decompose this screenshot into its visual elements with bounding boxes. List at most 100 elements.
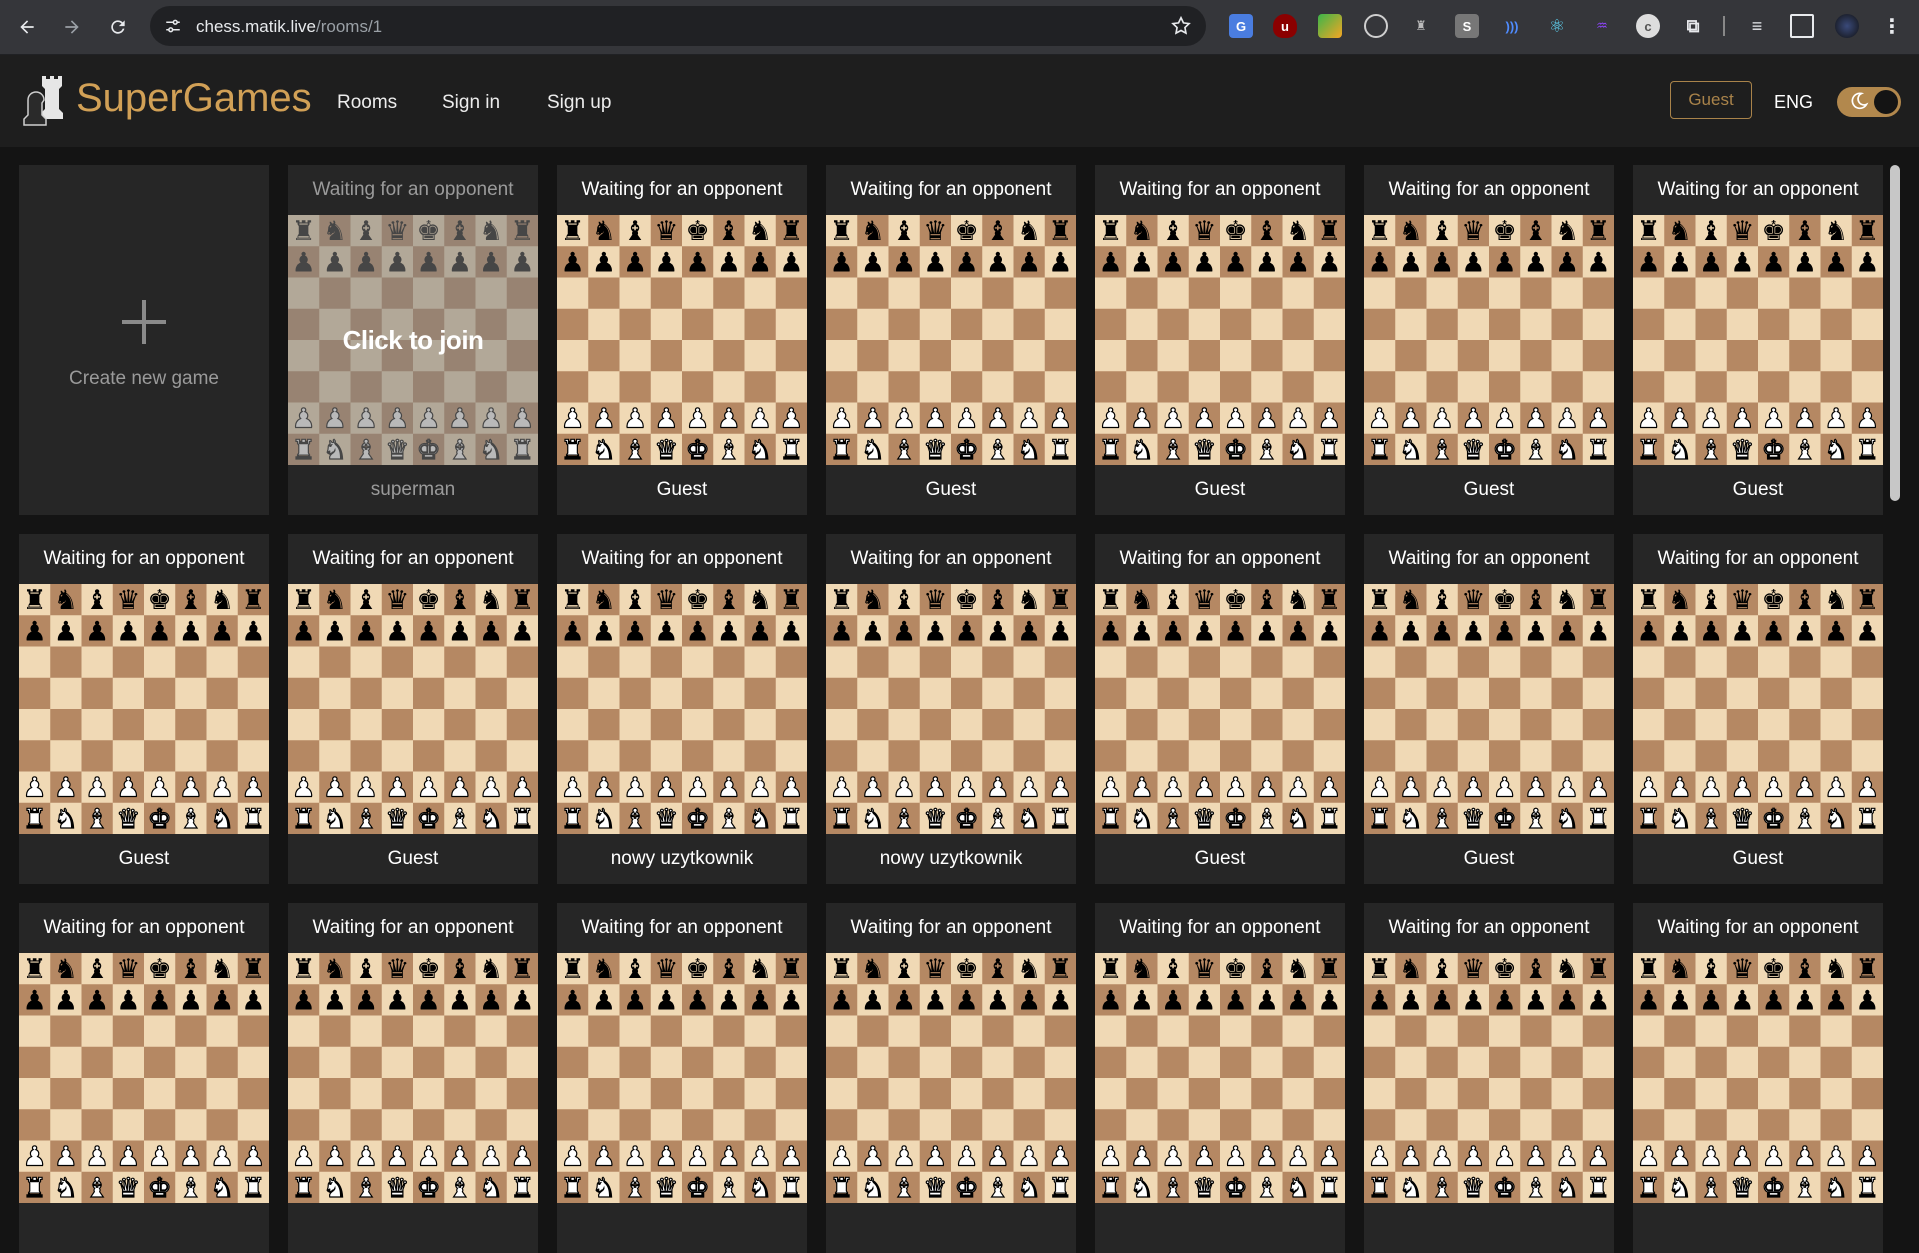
chess-rook-logo-icon[interactable] (20, 72, 68, 128)
brand-title[interactable]: SuperGames (76, 76, 312, 121)
room-player-name: Guest (387, 848, 439, 869)
extensions-puzzle-icon[interactable]: ⧉ (1681, 14, 1705, 38)
target-extension-icon[interactable] (1364, 14, 1388, 38)
chess-board[interactable]: ♜ ♞ ♝ ♛ ♚ ♝ ♞ ♜ ♟ ♟ ♟ ♟ ♟ ♟ ♟ ♟ ♟ ♟ ♟ ♟ ♟ ♟ ♟ ♟ ♜ ♞ ♝ ♛ ♚ ♝ ♞ ♜ (557, 953, 807, 1203)
room-card[interactable]: Waiting for an opponent♜♞♝♛♚♝♞♜♟♟♟♟♟♟♟♟♟… (826, 534, 1076, 884)
white-piece-q: ♛ (1192, 804, 1216, 834)
chess-board[interactable]: ♜ ♞ ♝ ♛ ♚ ♝ ♞ ♜ ♟ ♟ ♟ ♟ ♟ ♟ ♟ ♟ ♟ ♟ ♟ ♟ ♟ ♟ ♟ ♟ ♜ ♞ ♝ ♛ ♚ ♝ ♞ ♜ (1633, 953, 1883, 1203)
chess-board[interactable]: ♜ ♞ ♝ ♛ ♚ ♝ ♞ ♜ ♟ ♟ ♟ ♟ ♟ ♟ ♟ ♟ ♟ ♟ ♟ ♟ ♟ ♟ ♟ ♟ ♜ ♞ ♝ ♛ ♚ ♝ ♞ ♜ (1095, 584, 1345, 834)
room-card[interactable]: Waiting for an opponent♜♞♝♛♚♝♞♜♟♟♟♟♟♟♟♟♟… (1633, 903, 1883, 1253)
board-square (982, 677, 1014, 710)
language-selector[interactable]: ENG (1774, 92, 1813, 113)
room-card[interactable]: Waiting for an opponent♜♞♝♛♚♝♞♜♟♟♟♟♟♟♟♟♟… (1095, 903, 1345, 1253)
chess-board[interactable]: ♜ ♞ ♝ ♛ ♚ ♝ ♞ ♜ ♟ ♟ ♟ ♟ ♟ ♟ ♟ ♟ ♟ ♟ ♟ ♟ ♟ ♟ ♟ ♟ ♜ ♞ ♝ ♛ ♚ ♝ ♞ ♜ (1364, 953, 1614, 1203)
room-card[interactable]: Waiting for an opponent♜♞♝♛♚♝♞♜♟♟♟♟♟♟♟♟♟… (1095, 534, 1345, 884)
room-card[interactable]: Waiting for an opponent♜♞♝♛♚♝♞♜♟♟♟♟♟♟♟♟♟… (288, 165, 538, 515)
board-square (1095, 1015, 1127, 1048)
room-card[interactable]: Waiting for an opponent ♜♞♝♛♚♝♞♜♟♟♟♟♟♟♟♟♟… (1364, 534, 1614, 884)
bookmark-star-icon[interactable] (1170, 15, 1192, 37)
nav-rooms[interactable]: Rooms (337, 92, 397, 114)
chess-board[interactable]: ♜ ♞ ♝ ♛ ♚ ♝ ♞ ♜ ♟ ♟ ♟ ♟ ♟ ♟ ♟ ♟ ♟ ♟ ♟ ♟ ♟ ♟ ♟ ♟ ♜ ♞ ♝ ♛ ♚ ♝ ♞ ♜ (19, 953, 269, 1203)
react-devtools-icon[interactable]: ⚛ (1545, 14, 1569, 38)
room-card[interactable]: Waiting for an opponent♜♞♝♛♚♝♞♜♟♟♟♟♟♟♟♟♟… (826, 903, 1076, 1253)
chess-board[interactable]: ♜ ♞ ♝ ♛ ♚ ♝ ♞ ♜ ♟ ♟ ♟ ♟ ♟ ♟ ♟ ♟ ♟ ♟ ♟ ♟ ♟ ♟ ♟ ♟ ♜ ♞ ♝ ♛ ♚ ♝ ♞ ♜ (288, 584, 538, 834)
board-square (112, 709, 145, 741)
back-button[interactable] (13, 13, 41, 41)
chess-board[interactable]: ♜♞♝♛♚♝♞♜♟♟♟♟♟♟♟♟♟♟♟♟♟♟♟♟♜♞♝♛♚♝♞♜Click to… (288, 215, 538, 465)
chess-board[interactable]: ♜ ♞ ♝ ♛ ♚ ♝ ♞ ♜ ♟ ♟ ♟ ♟ ♟ ♟ ♟ ♟ ♟ ♟ ♟ ♟ ♟ ♟ ♟ ♟ ♜ ♞ ♝ ♛ ♚ ♝ ♞ ♜ (826, 953, 1076, 1203)
board-square (588, 1015, 620, 1048)
circle-extension-icon[interactable]: c (1636, 14, 1660, 38)
chess-board[interactable]: ♜ ♞ ♝ ♛ ♚ ♝ ♞ ♜ ♟ ♟ ♟ ♟ ♟ ♟ ♟ ♟ ♟ ♟ ♟ ♟ ♟ ♟ ♟ ♟ ♜ ♞ ♝ ♛ ♚ ♝ ♞ ♜ (826, 584, 1076, 834)
chess-board[interactable]: ♜ ♞ ♝ ♛ ♚ ♝ ♞ ♜ ♟ ♟ ♟ ♟ ♟ ♟ ♟ ♟ ♟ ♟ ♟ ♟ ♟ ♟ ♟ ♟ ♜ ♞ ♝ ♛ ♚ ♝ ♞ ♜ (288, 953, 538, 1203)
board-square (1013, 340, 1046, 372)
room-card[interactable]: Waiting for an opponent♜♞♝♛♚♝♞♜♟♟♟♟♟♟♟♟♟… (288, 534, 538, 884)
white-piece-p: ♟ (1130, 1142, 1154, 1173)
board-square (1095, 1078, 1127, 1110)
board-square (381, 677, 414, 710)
side-panel-icon[interactable] (1790, 14, 1814, 38)
reading-list-icon[interactable]: ≡ (1745, 14, 1769, 38)
chess-board[interactable]: ♜ ♞ ♝ ♛ ♚ ♝ ♞ ♜ ♟ ♟ ♟ ♟ ♟ ♟ ♟ ♟ ♟ ♟ ♟ ♟ ♟ ♟ ♟ ♟ ♜ ♞ ♝ ♛ ♚ ♝ ♞ ♜ (1095, 953, 1345, 1203)
user-button[interactable]: Guest (1670, 81, 1752, 119)
chess-board[interactable]: ♜ ♞ ♝ ♛ ♚ ♝ ♞ ♜ ♟ ♟ ♟ ♟ ♟ ♟ ♟ ♟ ♟ ♟ ♟ ♟ ♟ ♟ ♟ ♟ ♜ ♞ ♝ ♛ ♚ ♝ ♞ ♜ (1364, 584, 1614, 834)
menu-kebab-icon[interactable]: ⋮ (1880, 14, 1904, 38)
google-translate-extension-icon[interactable]: G (1229, 14, 1253, 38)
board-square (826, 340, 858, 372)
black-piece-p: ♟ (686, 616, 710, 647)
reload-button[interactable] (104, 13, 132, 41)
room-card[interactable]: Waiting for an opponent♜♞♝♛♚♝♞♜♟♟♟♟♟♟♟♟♟… (1095, 165, 1345, 515)
white-piece-p: ♟ (1255, 1142, 1279, 1173)
profile-avatar[interactable] (1835, 14, 1859, 38)
address-bar[interactable]: chess.matik.live/rooms/1 (150, 6, 1206, 46)
board-square (350, 740, 383, 772)
white-piece-p: ♟ (1255, 404, 1279, 435)
room-card[interactable]: Waiting for an opponent♜♞♝♛♚♝♞♜♟♟♟♟♟♟♟♟♟… (826, 165, 1076, 515)
room-card[interactable]: Waiting for an opponent♜♞♝♛♚♝♞♜♟♟♟♟♟♟♟♟♟… (1633, 165, 1883, 515)
room-card[interactable]: Waiting for an opponent♜♞♝♛♚♝♞♜♟♟♟♟♟♟♟♟♟… (557, 903, 807, 1253)
board-square (1364, 677, 1396, 710)
nav-sign-in[interactable]: Sign in (442, 92, 500, 114)
join-overlay[interactable]: Click to join (288, 215, 538, 465)
scrollbar-thumb[interactable] (1890, 165, 1900, 501)
twitch-extension-icon[interactable]: ♒ (1590, 14, 1614, 38)
chess-board[interactable]: ♜ ♞ ♝ ♛ ♚ ♝ ♞ ♜ ♟ ♟ ♟ ♟ ♟ ♟ ♟ ♟ ♟ ♟ ♟ ♟ ♟ ♟ ♟ ♟ ♜ ♞ ♝ ♛ ♚ ♝ ♞ ♜ (1095, 215, 1345, 465)
color-picker-extension-icon[interactable] (1318, 14, 1342, 38)
board-square (857, 1015, 889, 1048)
board-square (1095, 677, 1127, 710)
board-square (826, 677, 858, 710)
chess-board[interactable]: ♜ ♞ ♝ ♛ ♚ ♝ ♞ ♜ ♟ ♟ ♟ ♟ ♟ ♟ ♟ ♟ ♟ ♟ ♟ ♟ ♟ ♟ ♟ ♟ ♜ ♞ ♝ ♛ ♚ ♝ ♞ ♜ (1633, 584, 1883, 834)
black-piece-p: ♟ (54, 985, 78, 1016)
board-square (1520, 1078, 1552, 1110)
ublock-origin-extension-icon[interactable]: u (1273, 14, 1297, 38)
room-card[interactable]: Waiting for an opponent♜♞♝♛♚♝♞♜♟♟♟♟♟♟♟♟♟… (557, 165, 807, 515)
room-card[interactable]: Waiting for an opponent♜♞♝♛♚♝♞♜♟♟♟♟♟♟♟♟♟… (557, 534, 807, 884)
voice-extension-icon[interactable]: ))) (1500, 14, 1524, 38)
site-settings-icon[interactable] (164, 17, 182, 35)
chess-board[interactable]: ♜ ♞ ♝ ♛ ♚ ♝ ♞ ♜ ♟ ♟ ♟ ♟ ♟ ♟ ♟ ♟ ♟ ♟ ♟ ♟ ♟ ♟ ♟ ♟ ♜ ♞ ♝ ♛ ♚ ♝ ♞ ♜ (19, 584, 269, 834)
forward-button[interactable] (58, 13, 86, 41)
room-card[interactable]: Waiting for an opponent♜♞♝♛♚♝♞♜♟♟♟♟♟♟♟♟♟… (1364, 165, 1614, 515)
theme-toggle[interactable] (1837, 87, 1901, 117)
room-card[interactable]: Waiting for an opponent♜♞♝♛♚♝♞♜♟♟♟♟♟♟♟♟♟… (288, 903, 538, 1253)
board-square (1251, 1015, 1283, 1048)
chess-board[interactable]: ♜ ♞ ♝ ♛ ♚ ♝ ♞ ♜ ♟ ♟ ♟ ♟ ♟ ♟ ♟ ♟ ♟ ♟ ♟ ♟ ♟ ♟ ♟ ♟ ♜ ♞ ♝ ♛ ♚ ♝ ♞ ♜ (1633, 215, 1883, 465)
white-piece-b: ♝ (1699, 435, 1723, 465)
room-card[interactable]: Waiting for an opponent♜♞♝♛♚♝♞♜♟♟♟♟♟♟♟♟♟… (19, 903, 269, 1253)
room-status: Waiting for an opponent (1388, 548, 1590, 569)
shield-extension-icon[interactable]: ♜ (1409, 14, 1433, 38)
black-piece-p: ♟ (179, 616, 203, 647)
chess-board[interactable]: ♜ ♞ ♝ ♛ ♚ ♝ ♞ ♜ ♟ ♟ ♟ ♟ ♟ ♟ ♟ ♟ ♟ ♟ ♟ ♟ ♟ ♟ ♟ ♟ ♜ ♞ ♝ ♛ ♚ ♝ ♞ ♜ (1364, 215, 1614, 465)
chess-board[interactable]: ♜ ♞ ♝ ♛ ♚ ♝ ♞ ♜ ♟ ♟ ♟ ♟ ♟ ♟ ♟ ♟ ♟ ♟ ♟ ♟ ♟ ♟ ♟ ♟ ♜ ♞ ♝ ♛ ♚ ♝ ♞ ♜ (826, 215, 1076, 465)
room-card[interactable]: Waiting for an opponent♜♞♝♛♚♝♞♜♟♟♟♟♟♟♟♟♟… (1633, 534, 1883, 884)
nav-sign-up[interactable]: Sign up (547, 92, 611, 114)
room-card[interactable]: Waiting for an opponent♜♞♝♛♚♝♞♜♟♟♟♟♟♟♟♟♟… (1364, 903, 1614, 1253)
create-game-card[interactable]: Create new game (19, 165, 269, 515)
chess-board[interactable]: ♜ ♞ ♝ ♛ ♚ ♝ ♞ ♜ ♟ ♟ ♟ ♟ ♟ ♟ ♟ ♟ ♟ ♟ ♟ ♟ ♟ ♟ ♟ ♟ ♜ ♞ ♝ ♛ ♚ ♝ ♞ ♜ (557, 584, 807, 834)
chess-board[interactable]: ♜ ♞ ♝ ♛ ♚ ♝ ♞ ♜ ♟ ♟ ♟ ♟ ♟ ♟ ♟ ♟ ♟ ♟ ♟ ♟ ♟ ♟ ♟ ♟ ♜ ♞ ♝ ♛ ♚ ♝ ♞ ♜ (557, 215, 807, 465)
s-extension-icon[interactable]: S (1455, 14, 1479, 38)
board-square (1695, 1078, 1728, 1110)
board-square (1188, 709, 1221, 741)
white-piece-p: ♟ (1192, 1142, 1216, 1173)
room-card[interactable]: Waiting for an opponent♜♞♝♛♚♝♞♜♟♟♟♟♟♟♟♟♟… (19, 534, 269, 884)
